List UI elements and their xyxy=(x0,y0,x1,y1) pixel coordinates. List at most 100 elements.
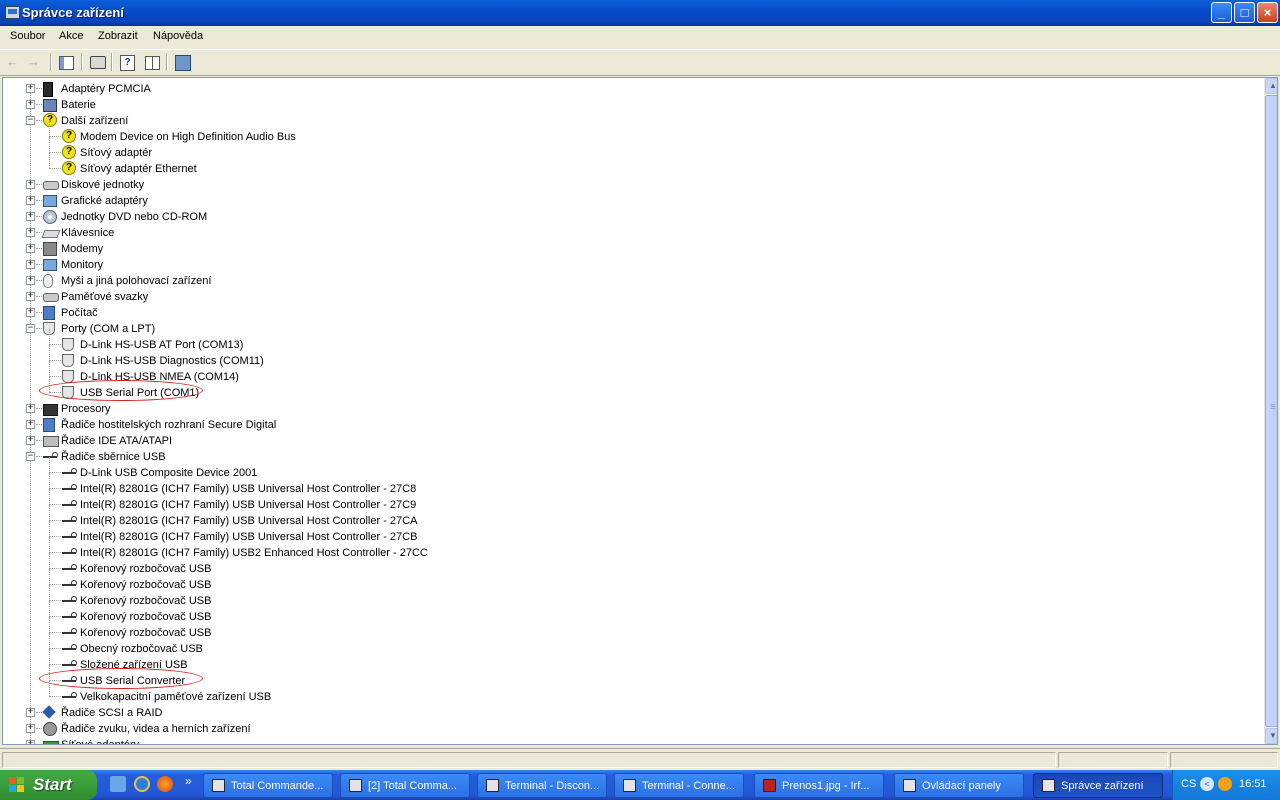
quicklaunch-desktop-icon[interactable] xyxy=(110,776,126,792)
tree-category-row[interactable]: + Paměťové svazky xyxy=(3,289,1253,305)
menu-akce[interactable]: Akce xyxy=(59,30,83,42)
tree-device-row[interactable]: Velkokapacitní paměťové zařízení USB xyxy=(3,681,1253,705)
device-tree-pane: + Adaptéry PCMCIA + Baterie −? Další zařízení… xyxy=(2,77,1278,745)
tree-device-row[interactable]: D-Link HS-USB Diagnostics (COM11) xyxy=(3,345,1253,369)
menu-soubor[interactable]: Soubor xyxy=(10,30,45,42)
tree-category-row[interactable]: + Řadiče zvuku, videa a herních zařízení xyxy=(3,721,1253,737)
collapse-toggle-icon[interactable]: − xyxy=(26,116,35,125)
expand-toggle-icon[interactable]: + xyxy=(26,228,35,237)
vertical-scrollbar[interactable]: ▲ ▼ xyxy=(1264,78,1277,744)
tree-category-row[interactable]: + Řadiče hostitelských rozhraní Secure Di… xyxy=(3,417,1253,433)
tree-device-row[interactable]: Intel(R) 82801G (ICH7 Family) USB Univer… xyxy=(3,521,1253,545)
scroll-up-arrow-icon[interactable]: ▲ xyxy=(1265,78,1277,94)
tree-category-row[interactable]: + Myši a jiná polohovací zařízení xyxy=(3,273,1253,289)
tree-category-row[interactable]: + Grafické adaptéry xyxy=(3,193,1253,209)
tree-category-row[interactable]: + Procesory xyxy=(3,401,1253,417)
maximize-button[interactable]: □ xyxy=(1234,2,1255,23)
tree-device-row[interactable]: ? Síťový adaptér xyxy=(3,137,1253,161)
tray-app-icon[interactable] xyxy=(1218,777,1232,791)
tree-device-row[interactable]: D-Link USB Composite Device 2001 xyxy=(3,457,1253,481)
taskbar-button[interactable]: [2] Total Comma... xyxy=(340,773,470,798)
expand-toggle-icon[interactable]: + xyxy=(26,84,35,93)
properties-icon[interactable] xyxy=(145,56,160,70)
expand-toggle-icon[interactable]: + xyxy=(26,244,35,253)
quicklaunch-overflow-icon[interactable]: » xyxy=(185,774,192,788)
taskbar-button[interactable]: Terminal - Conne... xyxy=(614,773,744,798)
print-icon[interactable] xyxy=(90,56,106,69)
tree-device-row[interactable]: D-Link HS-USB NMEA (COM14) xyxy=(3,361,1253,385)
collapse-toggle-icon[interactable]: − xyxy=(26,452,35,461)
show-hidden-icons-icon[interactable]: < xyxy=(1200,777,1214,791)
tree-device-row[interactable]: USB Serial Converter xyxy=(3,665,1253,689)
expand-toggle-icon[interactable]: + xyxy=(26,420,35,429)
tree-device-row[interactable]: Intel(R) 82801G (ICH7 Family) USB Univer… xyxy=(3,489,1253,513)
expand-toggle-icon[interactable]: + xyxy=(26,100,35,109)
taskbar-button[interactable]: Prenos1.jpg - Irf... xyxy=(754,773,884,798)
expand-toggle-icon[interactable]: + xyxy=(26,276,35,285)
tree-device-row[interactable]: Kořenový rozbočovač USB xyxy=(3,569,1253,593)
tree-category-row[interactable]: − Řadiče sběrnice USB xyxy=(3,449,1253,465)
expand-toggle-icon[interactable]: + xyxy=(26,196,35,205)
expand-toggle-icon[interactable]: + xyxy=(26,212,35,221)
tree-device-row[interactable]: D-Link HS-USB AT Port (COM13) xyxy=(3,329,1253,353)
expand-toggle-icon[interactable]: + xyxy=(26,292,35,301)
tree-item-label: Adaptéry PCMCIA xyxy=(61,83,151,95)
tree-connector-line xyxy=(49,473,50,489)
tree-device-row[interactable]: USB Serial Port (COM1) xyxy=(3,377,1253,401)
scroll-down-arrow-icon[interactable]: ▼ xyxy=(1265,728,1277,744)
expand-toggle-icon[interactable]: + xyxy=(26,436,35,445)
tree-device-row[interactable]: Kořenový rozbočovač USB xyxy=(3,617,1253,641)
tree-device-row[interactable]: Složené zařízení USB xyxy=(3,649,1253,673)
back-arrow-icon[interactable]: ← xyxy=(6,54,22,70)
tree-category-row[interactable]: + Adaptéry PCMCIA xyxy=(3,81,1253,97)
expand-toggle-icon[interactable]: + xyxy=(26,260,35,269)
tree-device-row[interactable]: Intel(R) 82801G (ICH7 Family) USB Univer… xyxy=(3,473,1253,497)
close-button[interactable]: × xyxy=(1257,2,1278,23)
menu-napoveda[interactable]: Nápověda xyxy=(153,30,203,42)
firefox-icon[interactable] xyxy=(157,776,173,792)
expand-toggle-icon[interactable]: + xyxy=(26,308,35,317)
tree-category-row[interactable]: + Klávesnice xyxy=(3,225,1253,241)
expand-toggle-icon[interactable]: + xyxy=(26,740,35,744)
tree-item-label: Další zařízení xyxy=(61,115,129,127)
tree-category-row[interactable]: + Diskové jednotky xyxy=(3,177,1253,193)
tree-device-row[interactable]: Kořenový rozbočovač USB xyxy=(3,553,1253,577)
expand-toggle-icon[interactable]: + xyxy=(26,724,35,733)
internet-explorer-icon[interactable] xyxy=(134,776,150,792)
menu-zobrazit[interactable]: Zobrazit xyxy=(98,30,138,42)
forward-arrow-icon[interactable]: → xyxy=(27,54,43,70)
tree-category-row[interactable]: + Modemy xyxy=(3,241,1253,257)
tree-category-row[interactable]: + Řadiče IDE ATA/ATAPI xyxy=(3,433,1253,449)
tree-category-row[interactable]: + Počítač xyxy=(3,305,1253,321)
tree-device-row[interactable]: Kořenový rozbočovač USB xyxy=(3,585,1253,609)
collapse-toggle-icon[interactable]: − xyxy=(26,324,35,333)
tree-item-label: Intel(R) 82801G (ICH7 Family) USB Univer… xyxy=(80,515,418,527)
language-indicator[interactable]: CS xyxy=(1181,778,1196,790)
start-button[interactable]: Start xyxy=(0,770,97,800)
expand-toggle-icon[interactable]: + xyxy=(26,180,35,189)
show-hide-tree-icon[interactable] xyxy=(59,56,74,70)
tree-category-row[interactable]: + Monitory xyxy=(3,257,1253,273)
expand-toggle-icon[interactable]: + xyxy=(26,708,35,717)
tree-device-row[interactable]: Intel(R) 82801G (ICH7 Family) USB Univer… xyxy=(3,505,1253,529)
taskbar-button[interactable]: Ovládací panely xyxy=(894,773,1024,798)
scan-hardware-icon[interactable] xyxy=(175,55,191,71)
tree-category-row[interactable]: + Baterie xyxy=(3,97,1253,113)
minimize-button[interactable]: _ xyxy=(1211,2,1232,23)
tree-device-row[interactable]: Obecný rozbočovač USB xyxy=(3,633,1253,657)
tree-category-row[interactable]: + Jednotky DVD nebo CD-ROM xyxy=(3,209,1253,225)
tree-device-row[interactable]: ? Modem Device on High Definition Audio B… xyxy=(3,121,1253,145)
help-icon[interactable]: ? xyxy=(120,55,135,71)
tree-category-row[interactable]: −? Další zařízení xyxy=(3,113,1253,129)
tree-device-row[interactable]: Kořenový rozbočovač USB xyxy=(3,601,1253,625)
taskbar-button[interactable]: Total Commande... xyxy=(203,773,333,798)
tree-category-row[interactable]: + Síťové adaptéry xyxy=(3,737,1253,744)
tree-device-row[interactable]: ? Síťový adaptér Ethernet xyxy=(3,153,1253,177)
tree-device-row[interactable]: Intel(R) 82801G (ICH7 Family) USB2 Enhan… xyxy=(3,537,1253,561)
taskbar-button-active[interactable]: Správce zařízení xyxy=(1033,773,1163,798)
tree-category-row[interactable]: − Porty (COM a LPT) xyxy=(3,321,1253,337)
scrollbar-thumb[interactable] xyxy=(1265,95,1277,727)
taskbar-button[interactable]: Terminal - Discon... xyxy=(477,773,607,798)
expand-toggle-icon[interactable]: + xyxy=(26,404,35,413)
tree-category-row[interactable]: + Řadiče SCSI a RAID xyxy=(3,705,1253,721)
